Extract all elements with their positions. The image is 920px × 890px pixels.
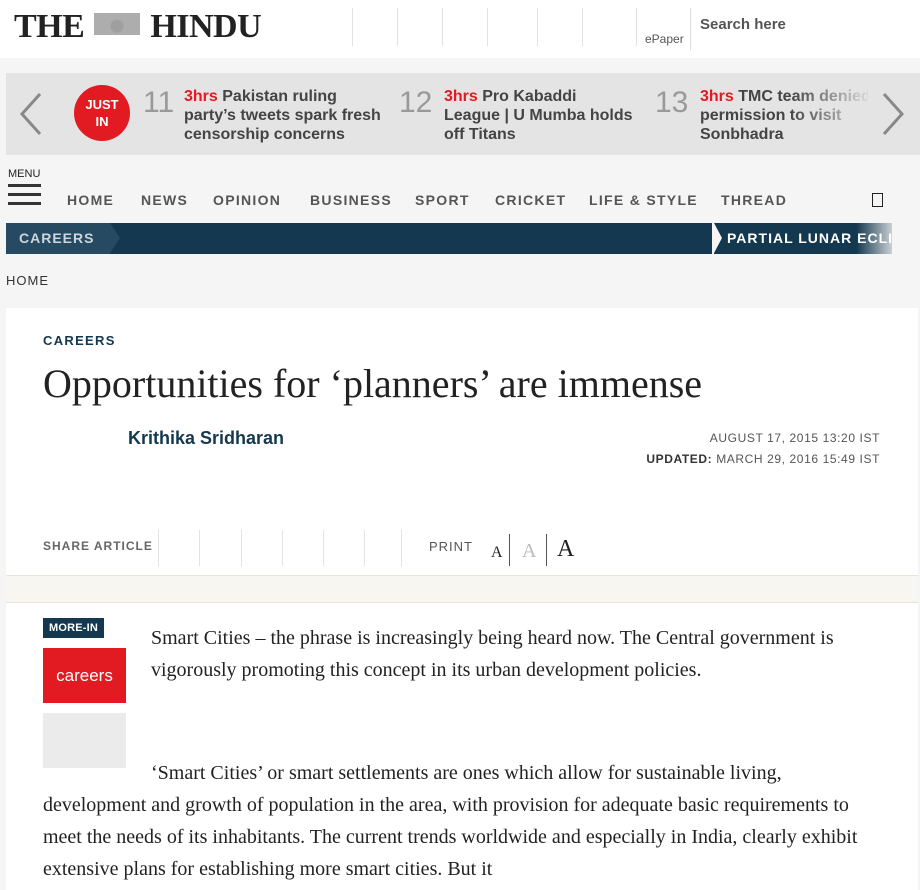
logo-text-right: HINDU: [150, 8, 262, 45]
article-section-label[interactable]: CAREERS: [43, 333, 116, 348]
nav-item-life-style[interactable]: LIFE & STYLE: [589, 192, 698, 208]
font-size-medium-button[interactable]: A: [522, 540, 536, 563]
trending-topic[interactable]: PARTIAL LUNAR ECLIPSE: [714, 223, 892, 254]
nav-item-home[interactable]: HOME: [67, 192, 114, 208]
site-logo[interactable]: THE HINDU: [14, 8, 262, 46]
page-title: Opportunities for ‘planners’ are immense: [43, 361, 703, 406]
updated-date: UPDATED: MARCH 29, 2016 15:49 IST: [646, 452, 880, 466]
article: CAREERS Opportunities for ‘planners’ are…: [6, 308, 918, 890]
more-in-label: MORE-IN: [43, 618, 105, 638]
article-paragraph: Smart Cities – the phrase is increasingl…: [151, 627, 834, 681]
author-name[interactable]: Krithika Sridharan: [128, 428, 284, 449]
emblem-icon: [86, 13, 149, 35]
ticker-number: 12: [399, 86, 433, 119]
chevron-left-icon: [19, 92, 42, 136]
chevron-right-icon: [882, 92, 905, 136]
nav-item-news[interactable]: NEWS: [141, 192, 188, 208]
ticker-number: 11: [143, 86, 175, 119]
ticker-next-button[interactable]: [868, 73, 920, 155]
print-button[interactable]: PRINT: [429, 539, 473, 554]
nav-item-opinion[interactable]: OPINION: [213, 192, 281, 208]
share-article-label: SHARE ARTICLE: [43, 539, 153, 553]
search-divider: [690, 8, 691, 50]
nav-item-business[interactable]: BUSINESS: [310, 192, 392, 208]
menu-label: MENU: [8, 168, 41, 180]
site-header: THE HINDU ePaper Search here: [0, 0, 920, 58]
just-in-ticker: 11 3hrs Pakistan ruling party’s tweets s…: [6, 73, 920, 155]
ticker-headline: 3hrs Pakistan ruling party’s tweets spar…: [184, 88, 381, 143]
section-current[interactable]: CAREERS: [6, 223, 120, 254]
ticker-number: 13: [655, 86, 689, 119]
just-in-badge[interactable]: JUST IN: [74, 85, 130, 141]
nav-item-thread[interactable]: THREAD: [721, 192, 787, 208]
published-date: AUGUST 17, 2015 13:20 IST: [709, 431, 880, 445]
nav-item-sport[interactable]: SPORT: [415, 192, 470, 208]
font-size-small-button[interactable]: A: [491, 544, 503, 562]
article-divider: [6, 575, 918, 603]
logo-text-left: THE: [14, 8, 85, 45]
nav-search-icon[interactable]: [872, 193, 883, 207]
hamburger-menu-icon[interactable]: [8, 184, 41, 206]
article-paragraph: ‘Smart Cities’ or smart settlements are …: [43, 762, 858, 880]
breadcrumb[interactable]: HOME: [6, 273, 49, 288]
section-bar: CAREERS: [6, 223, 712, 254]
ticker-headline: 3hrs Pro Kabaddi League | U Mumba holds …: [444, 88, 633, 143]
section-tag[interactable]: careers: [43, 648, 126, 703]
epaper-link[interactable]: ePaper: [645, 32, 684, 46]
ticker-prev-button[interactable]: [6, 73, 58, 155]
font-size-large-button[interactable]: A: [557, 536, 574, 563]
search-input[interactable]: Search here: [700, 16, 786, 33]
nav-item-cricket[interactable]: CRICKET: [495, 192, 566, 208]
